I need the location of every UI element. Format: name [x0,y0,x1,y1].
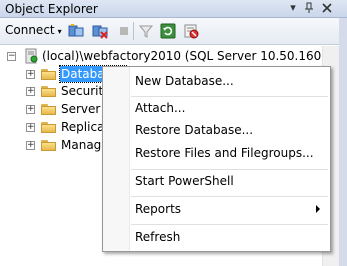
menu-separator [131,196,328,197]
dropdown-icon[interactable]: ▾ [286,1,300,15]
refresh-icon[interactable] [160,23,176,39]
chevron-down-icon: ▾ [57,27,62,36]
menu-item-attach[interactable]: Attach... [103,97,330,119]
folder-icon [41,68,57,80]
menu-item-label: Restore Files and Filegroups... [135,146,314,160]
menu-item-label: Start PowerShell [135,174,234,188]
folder-icon [41,103,57,115]
menu-item-label: Restore Database... [135,123,254,137]
context-menu: New Database... Attach... Restore Databa… [102,66,331,252]
activity-monitor-icon[interactable] [183,23,199,39]
expand-icon[interactable]: + [26,141,35,150]
menu-item-label: Attach... [135,101,186,115]
menu-item-label: Reports [135,202,182,216]
menu-item-new-database[interactable]: New Database... [103,70,330,92]
object-explorer-window: Object Explorer ▾ Connect ▾ − (local)\we… [0,0,347,266]
toolbar-separator [133,22,134,40]
expand-icon[interactable]: + [26,70,35,79]
pin-icon[interactable] [302,1,316,15]
collapse-icon[interactable]: − [7,52,16,61]
folder-icon [41,121,57,133]
expand-icon[interactable]: + [26,87,35,96]
server-label: (local)\webfactory2010 (SQL Server 10.50… [42,49,347,63]
menu-item-label: Refresh [135,230,181,244]
menu-item-restore-files-filegroups[interactable]: Restore Files and Filegroups... [103,142,330,164]
server-icon [23,48,39,64]
menu-item-start-powershell[interactable]: Start PowerShell [103,170,330,192]
connect-object-explorer-icon[interactable] [68,23,84,39]
menu-item-label: New Database... [135,74,234,88]
window-edge [339,18,347,266]
connect-label: Connect [5,23,55,37]
menu-separator [131,224,328,225]
connect-button[interactable]: Connect ▾ [5,23,62,39]
folder-icon [41,85,57,97]
menu-item-restore-database[interactable]: Restore Database... [103,119,330,141]
menu-item-refresh[interactable]: Refresh [103,226,330,248]
close-icon[interactable] [320,1,334,15]
folder-icon [41,139,57,151]
expand-icon[interactable]: + [26,123,35,132]
filter-icon[interactable] [138,23,154,39]
stop-icon[interactable] [116,23,132,39]
menu-item-reports[interactable]: Reports [103,198,330,220]
window-title: Object Explorer [5,2,98,16]
title-bar: Object Explorer ▾ [0,0,347,18]
submenu-arrow-icon [316,205,320,213]
disconnect-icon[interactable] [92,23,108,39]
toolbar: Connect ▾ [0,18,347,45]
server-node[interactable]: − (local)\webfactory2010 (SQL Server 10.… [0,48,347,64]
expand-icon[interactable]: + [26,105,35,114]
